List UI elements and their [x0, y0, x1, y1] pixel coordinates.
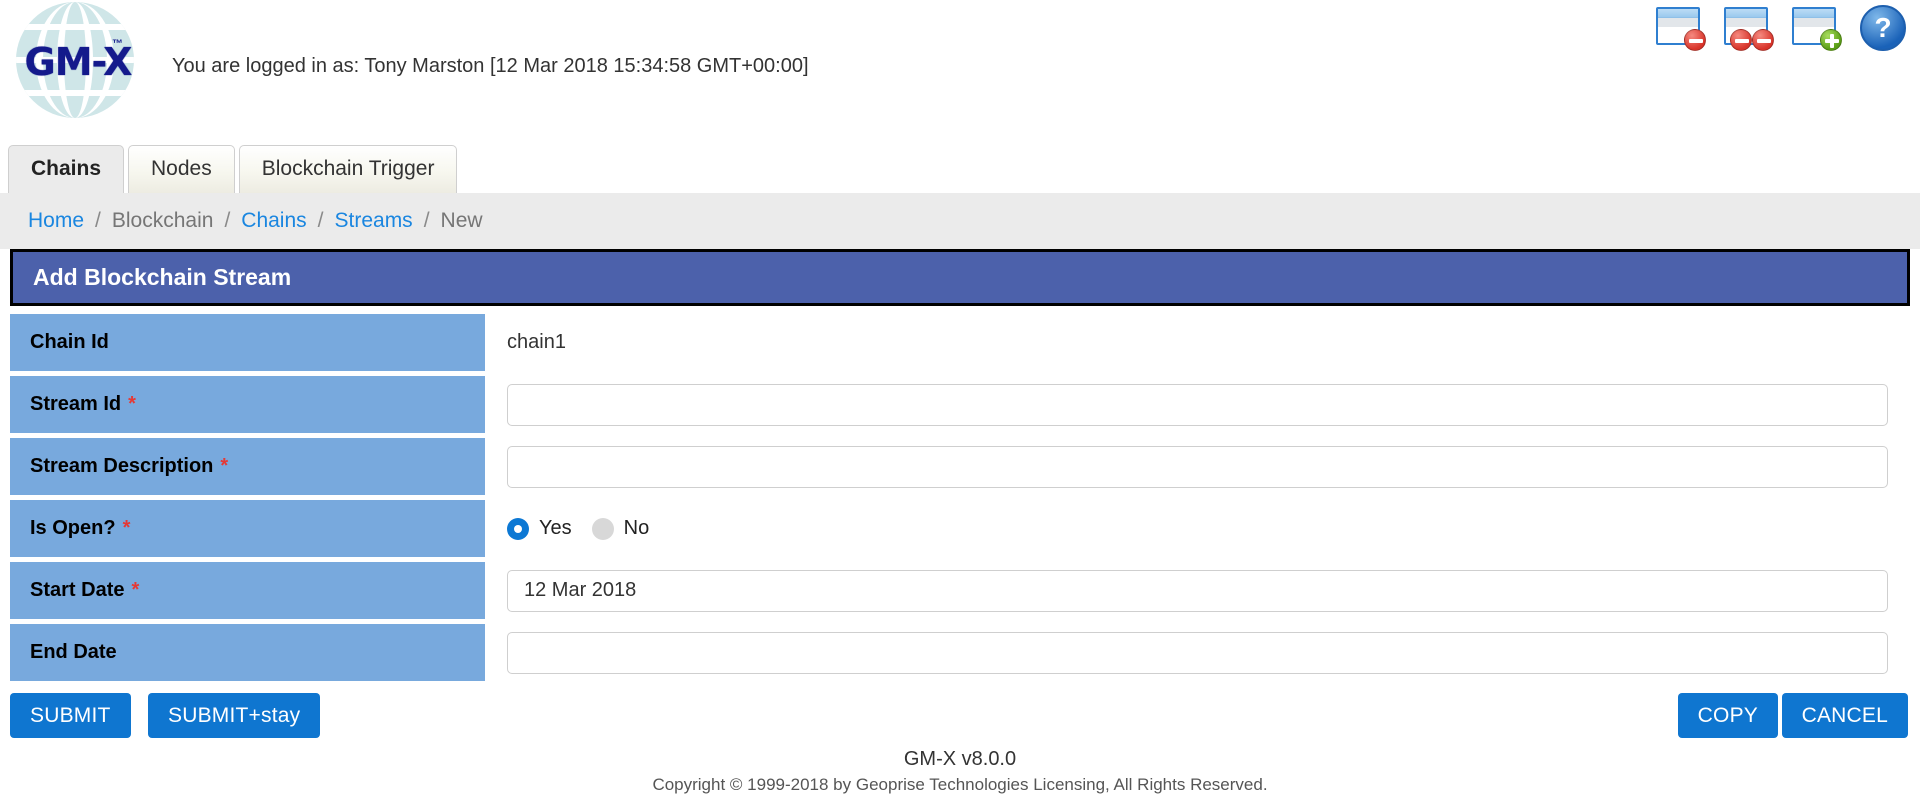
radio-no-icon[interactable]	[591, 517, 614, 540]
form-row-is-open: Is Open? * Yes No	[0, 498, 1920, 559]
breadcrumb-separator: /	[95, 209, 101, 232]
cancel-button[interactable]: CANCEL	[1781, 693, 1908, 738]
radio-yes-icon[interactable]	[507, 517, 529, 540]
chain-id-value: chain1	[507, 331, 566, 353]
field-label-chain-id: Chain Id	[10, 314, 485, 371]
field-label-start-date: Start Date *	[10, 562, 485, 619]
field-label-text: Stream Id	[30, 393, 122, 415]
copy-button[interactable]: COPY	[1677, 693, 1778, 738]
field-zone-end-date	[485, 624, 1920, 681]
stream-description-input[interactable]	[507, 445, 1888, 488]
required-marker: *	[128, 393, 136, 415]
tab-chains[interactable]: Chains	[8, 145, 125, 193]
login-status-text: You are logged in as: Tony Marston [12 M…	[172, 55, 809, 77]
logo-trademark-symbol: ™	[112, 38, 123, 50]
field-label-text: Start Date	[30, 579, 125, 601]
breadcrumb-item-blockchain: Blockchain	[111, 209, 214, 232]
breadcrumb-separator: /	[224, 209, 231, 232]
page-footer: GM-X v8.0.0 Copyright © 1999-2018 by Geo…	[0, 748, 1920, 795]
tab-bar: Chains Nodes Blockchain Trigger	[0, 135, 1920, 193]
tab-blockchain-trigger[interactable]: Blockchain Trigger	[238, 145, 458, 193]
field-label-text: Chain Id	[30, 331, 109, 353]
is-open-radio-group: Yes No	[507, 517, 649, 540]
help-icon[interactable]: ?	[1860, 5, 1906, 51]
form-row-chain-id: Chain Id chain1	[0, 312, 1920, 373]
breadcrumb-item-home[interactable]: Home	[28, 209, 84, 233]
stream-id-input[interactable]	[507, 383, 1888, 426]
page-title: Add Blockchain Stream	[10, 249, 1910, 306]
field-label-text: Stream Description	[30, 455, 214, 477]
add-blockchain-stream-form: Chain Id chain1 Stream Id * Stream Descr…	[0, 312, 1920, 684]
radio-option-no[interactable]: No	[591, 517, 650, 540]
tab-nodes[interactable]: Nodes	[128, 145, 235, 193]
field-label-end-date: End Date	[10, 624, 485, 681]
field-zone-chain-id: chain1	[485, 314, 1920, 371]
radio-option-yes[interactable]: Yes	[507, 517, 572, 540]
close-window-icon[interactable]	[1656, 5, 1706, 51]
form-row-stream-id: Stream Id *	[0, 374, 1920, 435]
field-label-is-open: Is Open? *	[10, 500, 485, 557]
form-row-start-date: Start Date *	[0, 560, 1920, 621]
close-all-windows-icon[interactable]	[1724, 5, 1774, 51]
start-date-input[interactable]	[507, 569, 1888, 612]
required-marker: *	[131, 579, 140, 601]
breadcrumb: Home / Blockchain / Chains / Streams / N…	[0, 193, 1920, 249]
form-actions: SUBMIT SUBMIT+stay COPY CANCEL	[0, 693, 1920, 749]
required-marker: *	[220, 455, 229, 477]
field-zone-is-open: Yes No	[485, 500, 1920, 557]
form-row-end-date: End Date	[0, 622, 1920, 683]
copyright-text: Copyright © 1999-2018 by Geoprise Techno…	[652, 775, 1268, 794]
form-row-stream-description: Stream Description *	[0, 436, 1920, 497]
gmx-logo: GM-X ™	[8, 0, 138, 120]
new-window-icon[interactable]	[1792, 5, 1842, 51]
window-controls: ?	[1656, 5, 1906, 51]
breadcrumb-item-new: New	[440, 209, 483, 232]
submit-button[interactable]: SUBMIT	[10, 693, 131, 738]
radio-yes-label: Yes	[539, 517, 572, 539]
breadcrumb-separator: /	[423, 209, 430, 232]
field-zone-start-date	[485, 562, 1920, 619]
end-date-input[interactable]	[507, 631, 1888, 674]
field-label-text: Is Open?	[30, 517, 116, 539]
field-zone-stream-description	[485, 438, 1920, 495]
field-label-stream-id: Stream Id *	[10, 376, 485, 433]
field-label-stream-description: Stream Description *	[10, 438, 485, 495]
field-label-text: End Date	[30, 641, 117, 663]
breadcrumb-item-chains[interactable]: Chains	[241, 209, 306, 233]
field-zone-stream-id	[485, 376, 1920, 433]
submit-stay-button[interactable]: SUBMIT+stay	[148, 693, 321, 738]
required-marker: *	[122, 517, 131, 539]
app-version: GM-X v8.0.0	[903, 748, 1017, 770]
radio-no-label: No	[623, 517, 650, 539]
breadcrumb-separator: /	[317, 209, 324, 232]
page-header: GM-X ™ You are logged in as: Tony Marsto…	[0, 0, 1920, 135]
breadcrumb-item-streams[interactable]: Streams	[335, 209, 413, 233]
